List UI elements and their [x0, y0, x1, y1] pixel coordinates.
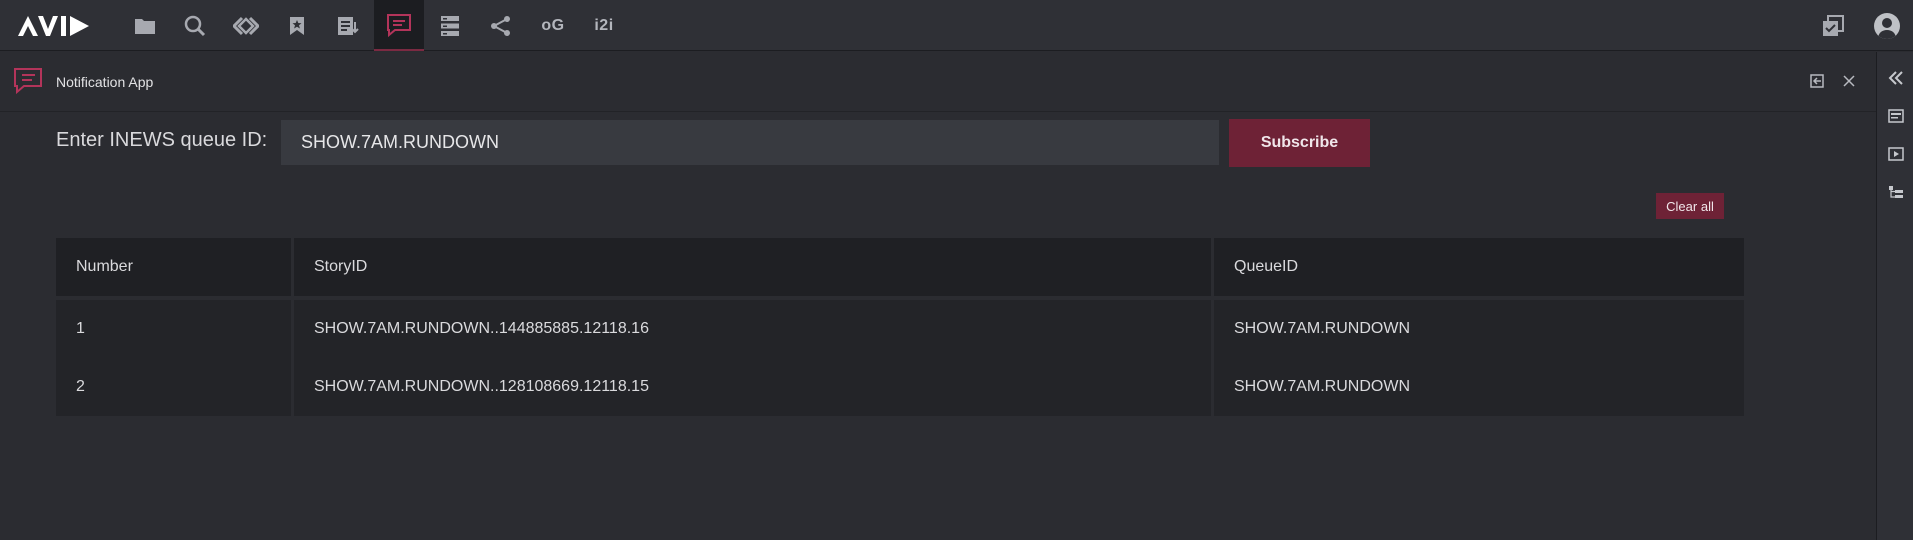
og-label: oG: [541, 16, 565, 34]
share-icon[interactable]: [476, 0, 526, 51]
i2i-app-button[interactable]: i2i: [579, 0, 629, 51]
collapse-rail-icon[interactable]: [1877, 64, 1913, 92]
media-player-icon[interactable]: [1877, 140, 1913, 168]
cell-queueid: SHOW.7AM.RUNDOWN: [1234, 320, 1410, 337]
rundown-icon[interactable]: [323, 0, 373, 51]
cell-queueid: SHOW.7AM.RUNDOWN: [1234, 378, 1410, 395]
clear-all-button[interactable]: Clear all: [1656, 193, 1724, 219]
top-bar: oG i2i: [0, 0, 1913, 51]
table-body: 1 SHOW.7AM.RUNDOWN..144885885.12118.16 S…: [56, 296, 1744, 416]
i2i-label: i2i: [594, 16, 614, 34]
column-header-number[interactable]: Number: [56, 238, 294, 296]
table-header-row: Number StoryID QueueID: [56, 238, 1744, 296]
link-icon[interactable]: [221, 0, 271, 51]
search-icon[interactable]: [170, 0, 220, 51]
subscribe-button[interactable]: Subscribe: [1229, 119, 1370, 167]
tasks-icon[interactable]: [1818, 0, 1848, 51]
cell-storyid: SHOW.7AM.RUNDOWN..128108669.12118.15: [294, 358, 1214, 416]
cell-storyid: SHOW.7AM.RUNDOWN..144885885.12118.16: [294, 300, 1214, 358]
server-icon[interactable]: [425, 0, 475, 51]
queue-id-input[interactable]: [281, 120, 1219, 165]
column-header-storyid[interactable]: StoryID: [294, 238, 1214, 296]
panel-title: Notification App: [56, 74, 154, 90]
notification-chat-icon[interactable]: [374, 0, 424, 51]
avid-logo[interactable]: [18, 15, 90, 37]
panel-header: Notification App: [0, 52, 1876, 112]
folder-icon[interactable]: [120, 0, 170, 51]
dock-panel-icon[interactable]: [1806, 70, 1828, 92]
user-menu[interactable]: [1872, 0, 1902, 51]
notification-app-icon: [14, 68, 42, 95]
user-icon: [1878, 17, 1896, 39]
column-header-queueid[interactable]: QueueID: [1214, 238, 1744, 296]
og-app-button[interactable]: oG: [528, 0, 578, 51]
notifications-table: Number StoryID QueueID 1 SHOW.7AM.RUNDOW…: [56, 238, 1744, 416]
table-row[interactable]: 2 SHOW.7AM.RUNDOWN..128108669.12118.15 S…: [56, 358, 1744, 416]
right-rail: [1876, 52, 1913, 540]
bookmark-icon[interactable]: [272, 0, 322, 51]
panel-list-icon[interactable]: [1877, 102, 1913, 130]
avatar: [1874, 12, 1900, 39]
cell-number: 1: [56, 300, 294, 358]
queue-id-label: Enter INEWS queue ID:: [56, 129, 268, 151]
table-row[interactable]: 1 SHOW.7AM.RUNDOWN..144885885.12118.16 S…: [56, 300, 1744, 358]
close-icon[interactable]: [1838, 70, 1860, 92]
tree-view-icon[interactable]: [1877, 178, 1913, 206]
cell-number: 2: [56, 358, 294, 416]
